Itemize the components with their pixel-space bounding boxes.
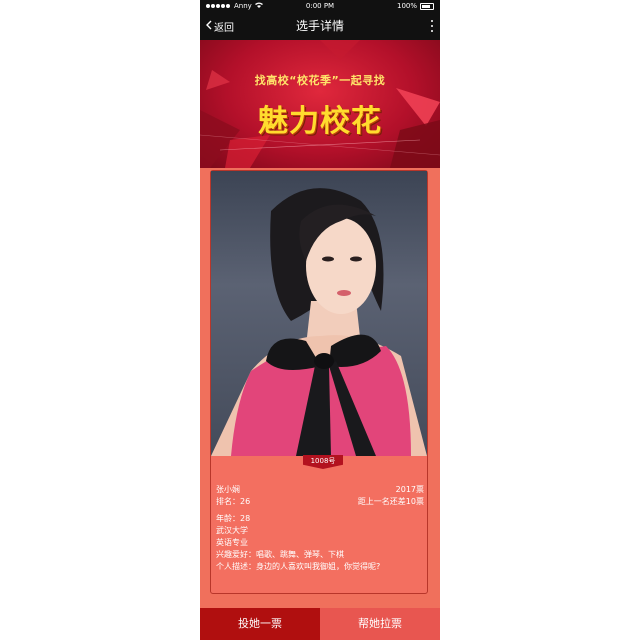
vote-gap: 距上一名还差10票	[357, 497, 424, 506]
vote-button[interactable]: 投她一票	[200, 608, 320, 640]
page-title: 选手详情	[295, 19, 344, 33]
contestant-info: 张小娴 2017票 排名：26 距上一名还差10票 年龄：28 武汉大学 英语专…	[216, 484, 424, 573]
contestant-school: 武汉大学	[216, 526, 248, 535]
contestant-rank: 排名：26	[216, 497, 251, 506]
contestant-name: 张小娴	[216, 485, 240, 494]
contestant-number-badge: 1008号	[303, 455, 343, 469]
event-banner: 找高校“校花季”一起寻找 魅力校花	[200, 40, 440, 168]
canvass-button[interactable]: 帮她拉票	[320, 608, 440, 640]
contestant-age: 年龄：28	[216, 514, 251, 523]
contestant-card: 1008号 张小娴 2017票 排名：26 距上一名还差10票 年龄：28 武汉…	[210, 170, 428, 594]
nav-bar: 返回 选手详情	[200, 12, 440, 40]
battery-icon	[420, 2, 434, 10]
vote-count: 2017票	[395, 485, 424, 494]
name-votes-row: 张小娴 2017票	[216, 484, 424, 496]
contestant-hobbies: 兴趣爱好：唱歌、跳舞、弹琴、下棋	[216, 550, 344, 559]
status-right: 100%	[397, 0, 434, 12]
status-bar: Anny 0:00 PM 100%	[200, 0, 440, 12]
more-menu-icon[interactable]	[430, 20, 434, 32]
contestant-description: 个人描述：身边的人喜欢叫我御姐，你觉得呢?	[216, 562, 381, 571]
action-bar: 投她一票 帮她拉票	[200, 608, 440, 640]
banner-subtitle: 找高校“校花季”一起寻找	[254, 74, 386, 87]
rank-row: 排名：26 距上一名还差10票	[216, 496, 424, 508]
banner-title: 魅力校花	[258, 104, 382, 139]
battery-percent: 100%	[396, 2, 417, 10]
contestant-major: 英语专业	[216, 538, 248, 547]
portrait-illustration	[211, 188, 427, 456]
phone-screen: Anny 0:00 PM 100% 返回 选手详情 找高校“校花季”一起寻找 魅…	[200, 0, 440, 640]
contestant-photo[interactable]	[211, 171, 427, 456]
